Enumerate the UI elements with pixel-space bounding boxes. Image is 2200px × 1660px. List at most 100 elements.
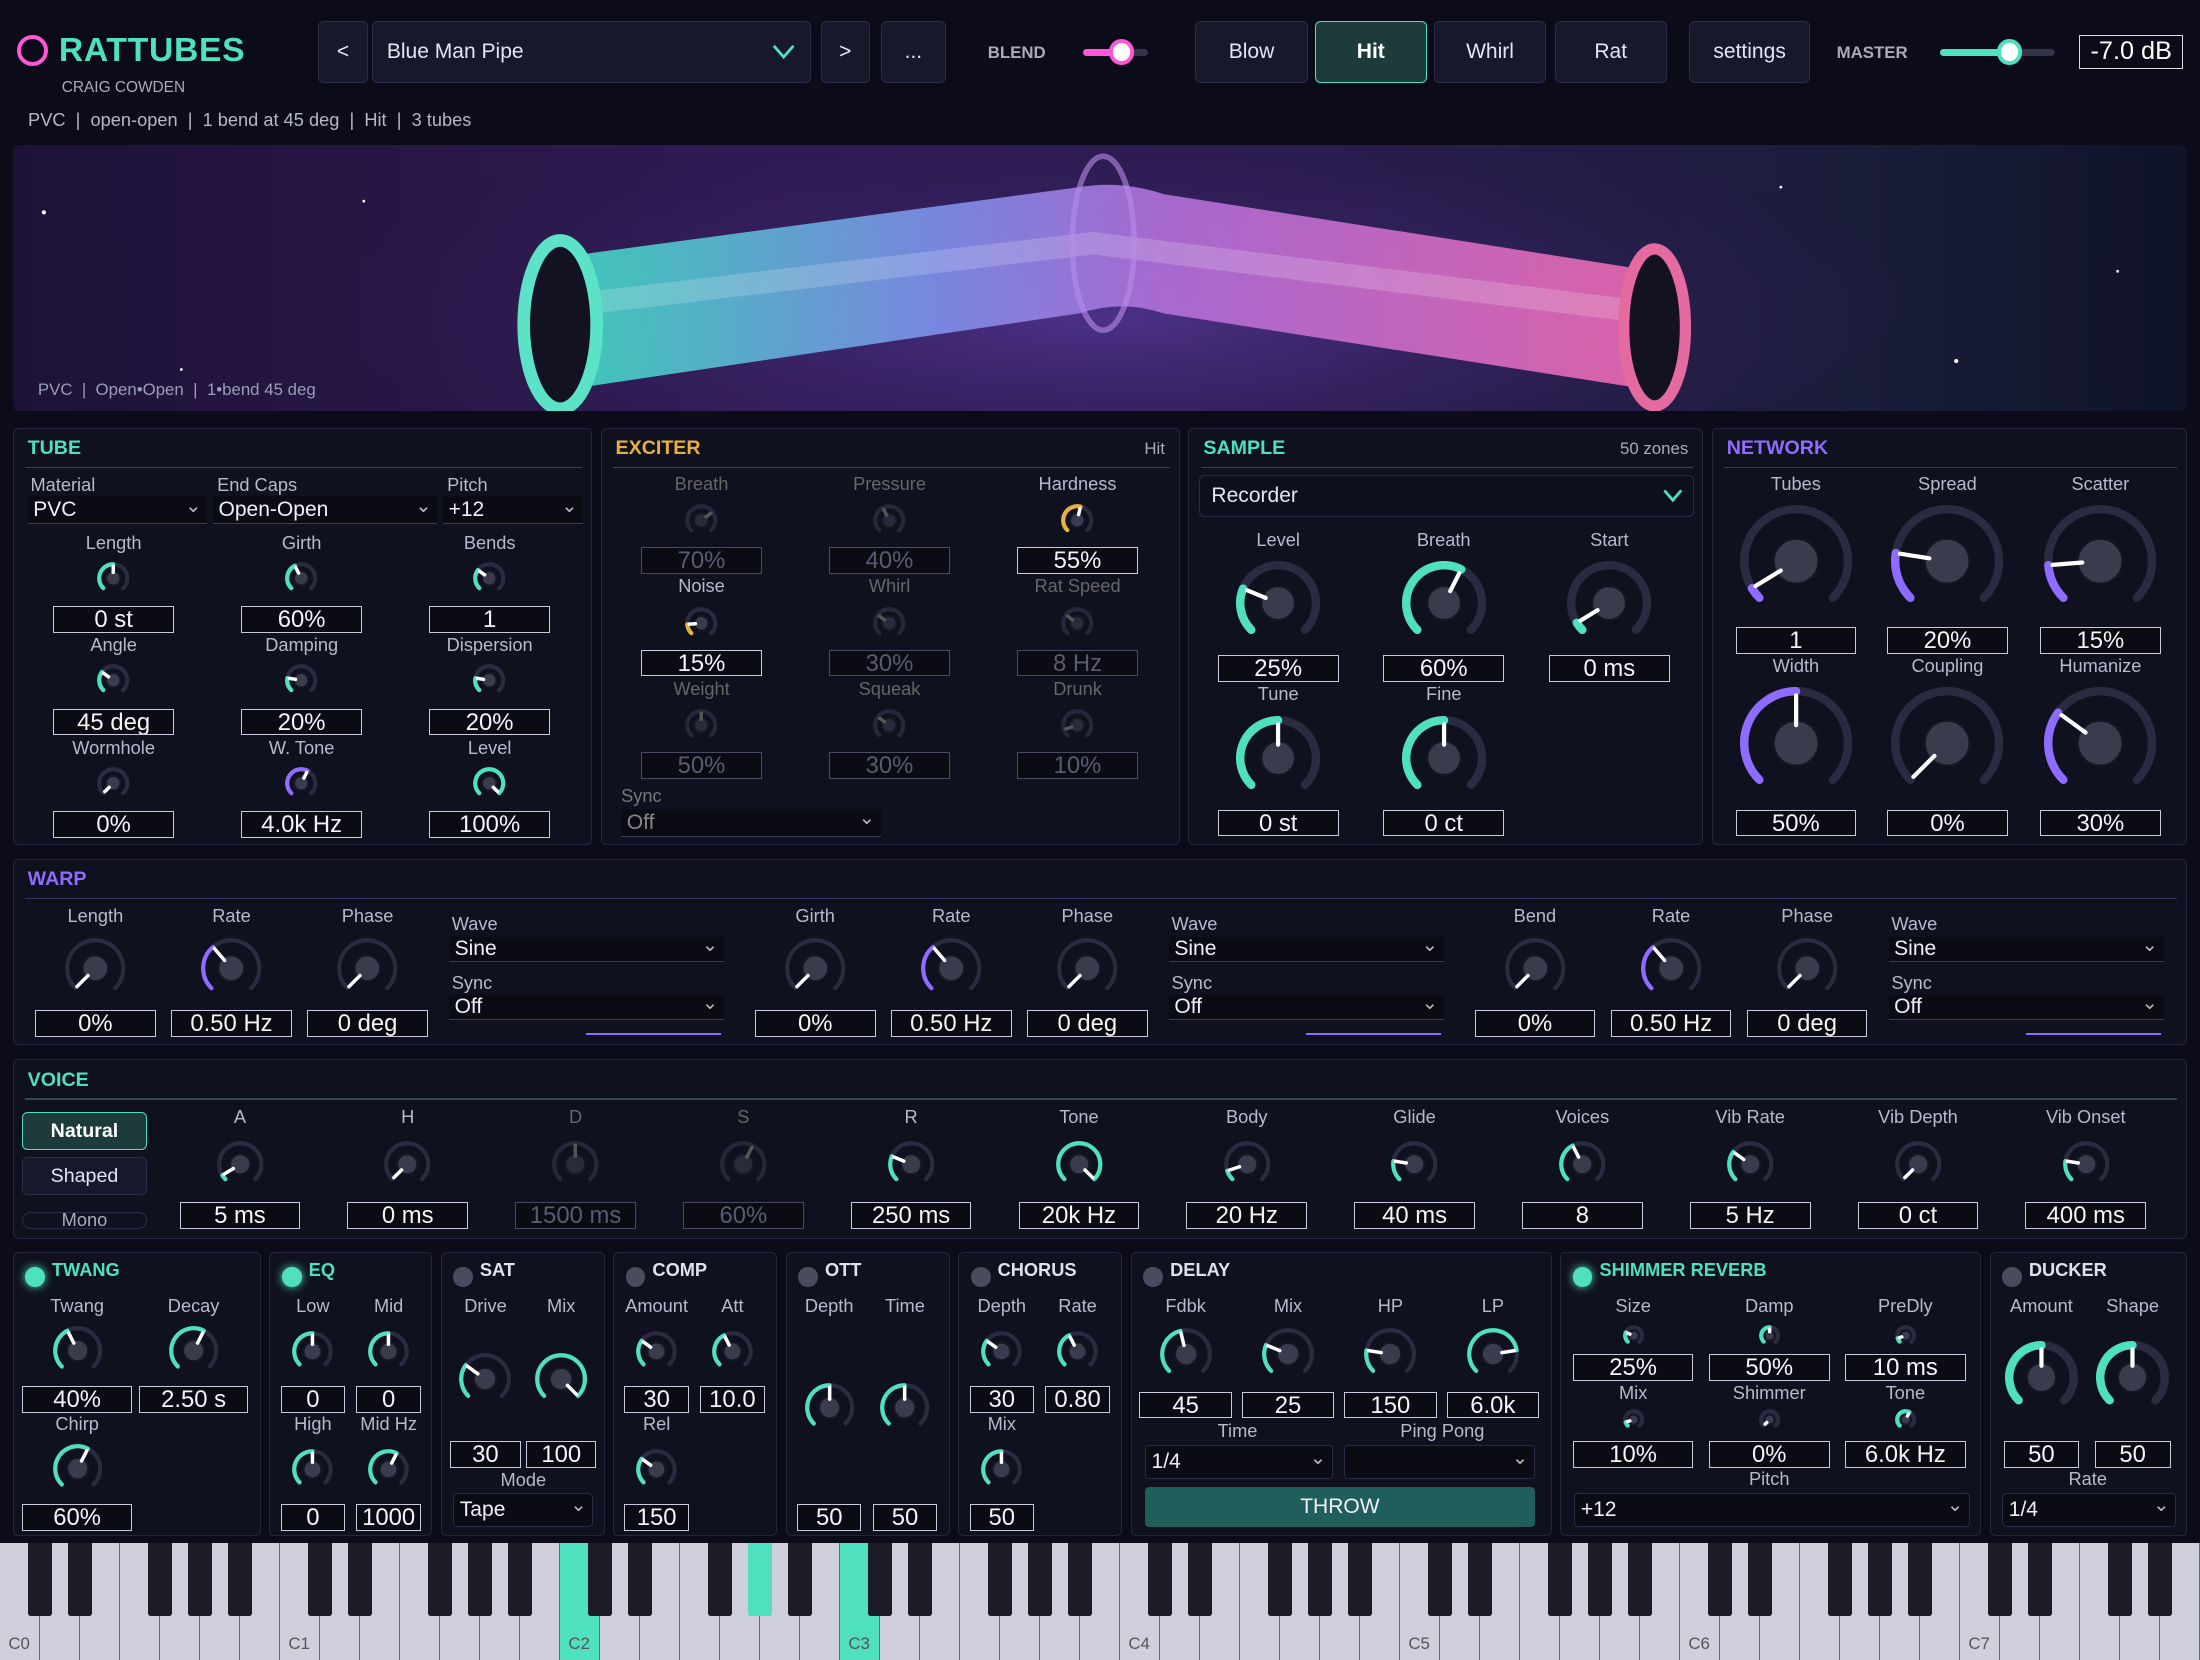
black-key[interactable] [1307, 1543, 1332, 1617]
blend-slider[interactable] [1083, 39, 1148, 65]
delay-mix-knob[interactable] [1260, 1326, 1316, 1382]
twang-twang-knob[interactable] [51, 1324, 104, 1377]
sat-mode-dropdown[interactable]: Tape [453, 1492, 594, 1527]
ducker-amount-knob[interactable] [2005, 1341, 2078, 1414]
delay-lp-knob[interactable] [1465, 1326, 1521, 1382]
tube-bends-knob[interactable] [471, 560, 507, 596]
exciter-hardness-value[interactable]: 55% [1017, 547, 1138, 574]
black-key[interactable] [587, 1543, 612, 1617]
tube-damping-knob[interactable] [283, 662, 319, 698]
reverb-pitch-dropdown[interactable]: +12 [1574, 1492, 1970, 1527]
warp-2-phase-knob[interactable] [1055, 936, 1120, 1001]
eq-enable-toggle[interactable] [282, 1266, 302, 1287]
voice-mode-shaped[interactable]: Shaped [22, 1157, 147, 1195]
voice-h-knob[interactable] [382, 1139, 433, 1190]
delay-hp-knob[interactable] [1362, 1326, 1418, 1382]
warp-1-rate-value[interactable]: 0.50 Hz [171, 1010, 292, 1037]
comp-enable-toggle[interactable] [625, 1266, 646, 1287]
eq-high-knob[interactable] [290, 1447, 335, 1492]
mode-hit-button[interactable]: Hit [1314, 21, 1427, 83]
pitch-dropdown[interactable]: +12 [442, 496, 584, 525]
black-key[interactable] [1267, 1543, 1292, 1617]
piano-keyboard[interactable]: C0 C1 C2 C3 C4 C5 C6 C7 [0, 1543, 2200, 1660]
black-key[interactable] [507, 1543, 532, 1617]
exciter-noise-knob[interactable] [683, 605, 719, 641]
tube-dispersion-value[interactable]: 20% [429, 708, 550, 736]
sample-level-knob[interactable] [1236, 561, 1321, 645]
ott-time-value[interactable]: 50 [872, 1504, 938, 1531]
network-scatter-knob[interactable] [2044, 505, 2157, 617]
warp-3-bend-knob[interactable] [1503, 936, 1568, 1001]
reverb-tone-knob[interactable] [1893, 1407, 1918, 1432]
ott-depth-value[interactable]: 50 [796, 1504, 862, 1531]
tube-w-tone-value[interactable]: 4.0k Hz [241, 810, 362, 838]
delay-time-dropdown[interactable]: 1/4 [1144, 1445, 1333, 1479]
delay-fdbk-value[interactable]: 45 [1139, 1391, 1232, 1419]
exciter-rat-speed-knob[interactable] [1059, 605, 1095, 641]
warp-2-girth-knob[interactable] [783, 936, 848, 1001]
black-key[interactable] [1147, 1543, 1172, 1617]
exciter-pressure-knob[interactable] [871, 502, 907, 538]
warp-3-rate-value[interactable]: 0.50 Hz [1610, 1010, 1732, 1037]
voice-vib-depth-value[interactable]: 0 ct [1857, 1202, 1979, 1230]
warp-2-wave-dropdown[interactable]: Sine [1168, 937, 1444, 963]
warp-2-sync-dropdown[interactable]: Off [1168, 994, 1444, 1021]
sat-mix-value[interactable]: 100 [526, 1440, 597, 1468]
voice-vib-onset-knob[interactable] [2061, 1139, 2112, 1190]
sat-enable-toggle[interactable] [453, 1266, 473, 1287]
twang-chirp-knob[interactable] [51, 1442, 104, 1495]
delay-mix-value[interactable]: 25 [1241, 1391, 1335, 1419]
ducker-rate-dropdown[interactable]: 1/4 [2002, 1492, 2177, 1527]
chorus-depth-value[interactable]: 30 [969, 1386, 1035, 1413]
exciter-weight-value[interactable]: 50% [641, 752, 762, 779]
twang-enable-toggle[interactable] [25, 1266, 45, 1287]
chorus-rate-value[interactable]: 0.80 [1045, 1386, 1110, 1413]
delay-enable-toggle[interactable] [1143, 1266, 1164, 1287]
reverb-shimmer-knob[interactable] [1757, 1407, 1782, 1432]
black-key[interactable] [67, 1543, 92, 1617]
sample-start-value[interactable]: 0 ms [1548, 655, 1670, 682]
sat-drive-value[interactable]: 30 [450, 1440, 521, 1468]
eq-low-value[interactable]: 0 [280, 1386, 346, 1413]
voice-vib-depth-knob[interactable] [1893, 1139, 1944, 1190]
voice-voices-value[interactable]: 8 [1522, 1202, 1643, 1230]
warp-1-sync-dropdown[interactable]: Off [448, 994, 724, 1021]
black-key[interactable] [2107, 1543, 2132, 1617]
tube-level-value[interactable]: 100% [429, 810, 550, 838]
ott-depth-knob[interactable] [803, 1381, 856, 1434]
twang-decay-value[interactable]: 2.50 s [138, 1386, 249, 1413]
black-key[interactable] [1747, 1543, 1772, 1617]
network-coupling-knob[interactable] [1891, 687, 2004, 799]
network-humanize-knob[interactable] [2044, 687, 2157, 799]
mode-blow-button[interactable]: Blow [1195, 21, 1308, 83]
voice-vib-rate-value[interactable]: 5 Hz [1689, 1202, 1811, 1230]
eq-high-value[interactable]: 0 [280, 1504, 346, 1531]
black-key[interactable] [1827, 1543, 1852, 1617]
chorus-mix-knob[interactable] [979, 1447, 1024, 1492]
ducker-shape-value[interactable]: 50 [2094, 1440, 2171, 1468]
black-key[interactable] [1907, 1543, 1932, 1617]
warp-1-length-value[interactable]: 0% [35, 1010, 156, 1037]
sample-tune-knob[interactable] [1236, 715, 1321, 800]
exciter-whirl-knob[interactable] [871, 605, 907, 641]
voice-vib-onset-value[interactable]: 400 ms [2025, 1202, 2147, 1230]
black-key[interactable] [1027, 1543, 1052, 1617]
sample-source-dropdown[interactable]: Recorder [1199, 475, 1695, 518]
voice-a-value[interactable]: 5 ms [179, 1202, 301, 1230]
reverb-predly-knob[interactable] [1893, 1323, 1918, 1348]
sample-breath-knob[interactable] [1401, 561, 1486, 645]
black-key[interactable] [1987, 1543, 2012, 1617]
chorus-mix-value[interactable]: 50 [969, 1504, 1035, 1531]
twang-decay-knob[interactable] [167, 1324, 220, 1377]
black-key[interactable] [1707, 1543, 1732, 1617]
sample-level-value[interactable]: 25% [1217, 655, 1339, 682]
tube-level-knob[interactable] [471, 765, 507, 801]
tube-girth-knob[interactable] [283, 560, 319, 596]
delay-fdbk-knob[interactable] [1158, 1326, 1214, 1382]
reverb-damp-value[interactable]: 50% [1708, 1353, 1830, 1381]
warp-2-rate-value[interactable]: 0.50 Hz [890, 1010, 1012, 1037]
preset-selector[interactable]: Blue Man Pipe [371, 21, 811, 83]
next-preset-button[interactable]: > [820, 21, 870, 83]
tube-angle-knob[interactable] [95, 662, 131, 698]
black-key[interactable] [907, 1543, 932, 1617]
